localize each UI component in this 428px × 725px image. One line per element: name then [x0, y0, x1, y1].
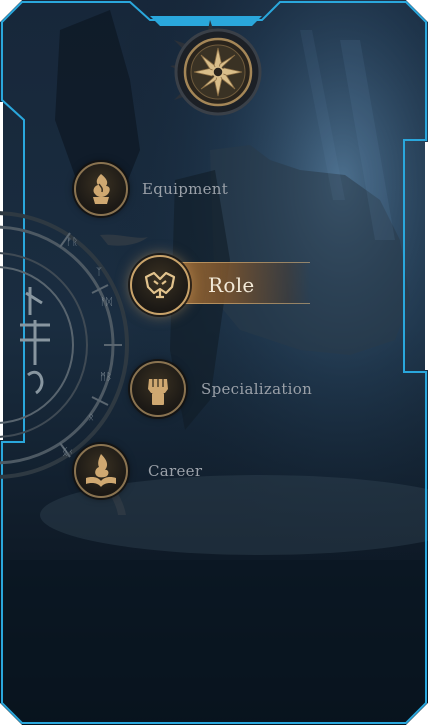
svg-text:ᛝᚲ: ᛝᚲ — [62, 447, 74, 458]
career-medallion — [74, 444, 128, 498]
menu-item-role[interactable]: Role — [130, 255, 255, 315]
flame-hand-icon — [93, 174, 110, 204]
menu-item-career[interactable]: Career — [74, 444, 202, 498]
menu-item-label: Specialization — [201, 380, 313, 398]
svg-text:ᛟ: ᛟ — [88, 412, 94, 423]
equipment-medallion — [74, 162, 128, 216]
role-medallion — [130, 255, 190, 315]
svg-text:ᛗᛒ: ᛗᛒ — [100, 372, 112, 383]
svg-text:ᚨᛞ: ᚨᛞ — [100, 297, 112, 308]
top-emblem — [168, 20, 268, 120]
raised-fist-icon — [148, 379, 168, 405]
compass-star-icon — [170, 20, 262, 116]
svg-text:ᚠᚱ: ᚠᚱ — [66, 237, 78, 248]
open-book-flame-icon — [86, 454, 116, 487]
menu-item-label: Equipment — [142, 180, 229, 198]
menu-item-specialization[interactable]: Specialization — [130, 361, 312, 417]
menu-item-label: Career — [148, 462, 203, 480]
ornate-mask-icon — [144, 271, 176, 299]
specialization-medallion — [130, 361, 186, 417]
svg-text:ᛉ: ᛉ — [96, 267, 102, 278]
menu-item-equipment[interactable]: Equipment — [74, 162, 228, 216]
menu-item-label: Role — [208, 273, 255, 297]
